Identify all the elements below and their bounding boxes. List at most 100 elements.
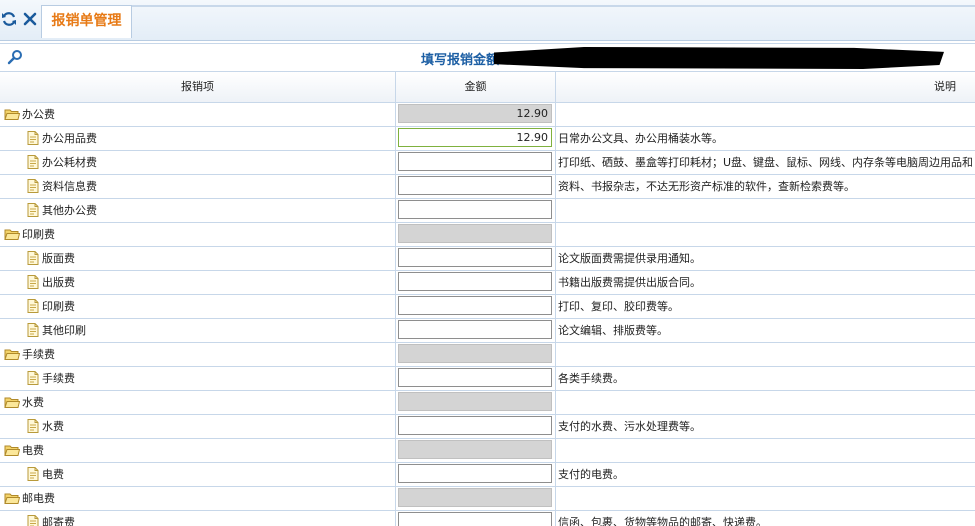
tab-strip-line — [132, 5, 975, 7]
category-row[interactable]: 办公费 12.90 — [0, 103, 975, 127]
description-cell — [556, 439, 975, 462]
document-icon — [25, 130, 41, 145]
amount-cell — [396, 367, 556, 390]
folder-open-icon[interactable] — [4, 395, 21, 409]
amount-total — [398, 488, 552, 507]
amount-input[interactable] — [398, 296, 552, 315]
amount-cell — [396, 511, 556, 526]
amount-cell — [396, 391, 556, 414]
name-cell: 其他印刷 — [0, 319, 396, 342]
amount-input[interactable] — [398, 416, 552, 435]
amount-input[interactable] — [398, 200, 552, 219]
amount-input[interactable] — [398, 248, 552, 267]
document-icon — [25, 250, 41, 265]
item-row[interactable]: 资料信息费 资料、书报杂志，不达无形资产标准的软件，查新检索费等。 — [0, 175, 975, 199]
category-row[interactable]: 水费 — [0, 391, 975, 415]
item-row[interactable]: 办公用品费 12.90 日常办公文具、办公用桶装水等。 — [0, 127, 975, 151]
category-row[interactable]: 邮电费 — [0, 487, 975, 511]
folder-open-icon[interactable] — [4, 107, 21, 121]
description-cell: 支付的水费、污水处理费等。 — [558, 420, 701, 433]
name-cell: 印刷费 — [0, 295, 396, 318]
description-cell: 书籍出版费需提供出版合同。 — [558, 276, 701, 289]
amount-cell — [396, 487, 556, 510]
amount-cell — [396, 439, 556, 462]
header-amount: 金额 — [396, 72, 556, 102]
name-cell: 印刷费 — [0, 223, 396, 246]
amount-input[interactable] — [398, 272, 552, 291]
item-label: 版面费 — [42, 252, 75, 265]
amount-cell — [396, 319, 556, 342]
amount-input[interactable] — [398, 368, 552, 387]
document-icon — [25, 322, 41, 337]
item-row[interactable]: 邮寄费 信函、包裹、货物等物品的邮寄、快递费。 — [0, 511, 975, 526]
name-cell: 水费 — [0, 415, 396, 438]
amount-cell — [396, 223, 556, 246]
folder-open-icon[interactable] — [4, 443, 21, 457]
item-label: 印刷费 — [42, 300, 75, 313]
item-row[interactable]: 印刷费 打印、复印、胶印费等。 — [0, 295, 975, 319]
description-cell — [556, 391, 975, 414]
amount-input[interactable] — [398, 512, 552, 526]
amount-cell — [396, 247, 556, 270]
document-icon — [25, 298, 41, 313]
refresh-icon[interactable] — [1, 11, 17, 27]
document-icon — [25, 154, 41, 169]
amount-input[interactable] — [398, 320, 552, 339]
grid-body: 办公费 12.90 办公用品费 12.90 日常办公文具、办公用桶装水等。 办公耗材费 打印… — [0, 103, 975, 526]
document-icon — [25, 466, 41, 481]
description-cell: 信函、包裹、货物等物品的邮寄、快递费。 — [558, 516, 767, 526]
document-icon — [25, 202, 41, 217]
item-row[interactable]: 出版费 书籍出版费需提供出版合同。 — [0, 271, 975, 295]
item-row[interactable]: 电费 支付的电费。 — [0, 463, 975, 487]
item-row[interactable]: 版面费 论文版面费需提供录用通知。 — [0, 247, 975, 271]
name-cell: 版面费 — [0, 247, 396, 270]
item-row[interactable]: 水费 支付的水费、污水处理费等。 — [0, 415, 975, 439]
name-cell: 邮寄费 — [0, 511, 396, 526]
search-icon[interactable] — [7, 49, 23, 65]
amount-input[interactable]: 12.90 — [398, 128, 552, 147]
item-row[interactable]: 其他办公费 — [0, 199, 975, 223]
item-label: 资料信息费 — [42, 180, 97, 193]
expense-grid: 报销项 金额 说明 办公费 12.90 办公用品费 12.90 日常办公文具、办公用桶装… — [0, 71, 975, 526]
amount-input[interactable] — [398, 464, 552, 483]
name-cell: 办公用品费 — [0, 127, 396, 150]
item-row[interactable]: 手续费 各类手续费。 — [0, 367, 975, 391]
category-row[interactable]: 手续费 — [0, 343, 975, 367]
document-icon — [25, 370, 41, 385]
amount-cell — [396, 271, 556, 294]
folder-open-icon[interactable] — [4, 491, 21, 505]
tab-bar: 报销单管理 — [0, 0, 975, 41]
item-label: 印刷费 — [22, 228, 55, 241]
amount-input[interactable] — [398, 152, 552, 171]
item-label: 手续费 — [22, 348, 55, 361]
category-row[interactable]: 电费 — [0, 439, 975, 463]
name-cell: 手续费 — [0, 343, 396, 366]
description-cell: 各类手续费。 — [558, 372, 624, 385]
page-title: 填写报销金额 — [421, 53, 500, 68]
item-label: 电费 — [22, 444, 44, 457]
amount-cell — [396, 295, 556, 318]
amount-cell — [396, 199, 556, 222]
folder-open-icon[interactable] — [4, 347, 21, 361]
description-cell: 论文编辑、排版费等。 — [558, 324, 668, 337]
description-cell: 打印、复印、胶印费等。 — [558, 300, 679, 313]
category-row[interactable]: 印刷费 — [0, 223, 975, 247]
name-cell: 电费 — [0, 463, 396, 486]
amount-input[interactable] — [398, 176, 552, 195]
description-cell — [556, 343, 975, 366]
close-icon[interactable] — [22, 11, 38, 27]
description-cell: 论文版面费需提供录用通知。 — [558, 252, 701, 265]
item-label: 办公耗材费 — [42, 156, 97, 169]
name-cell: 出版费 — [0, 271, 396, 294]
item-row[interactable]: 其他印刷 论文编辑、排版费等。 — [0, 319, 975, 343]
item-label: 邮电费 — [22, 492, 55, 505]
folder-open-icon[interactable] — [4, 227, 21, 241]
item-label: 办公用品费 — [42, 132, 97, 145]
description-cell: 日常办公文具、办公用桶装水等。 — [558, 132, 723, 145]
item-label: 办公费 — [22, 108, 55, 121]
item-label: 其他办公费 — [42, 204, 97, 217]
description-cell — [556, 223, 975, 246]
tab-expense-management[interactable]: 报销单管理 — [41, 5, 132, 38]
description-cell — [556, 487, 975, 510]
item-row[interactable]: 办公耗材费 打印纸、硒鼓、墨盒等打印耗材；U盘、键盘、鼠标、网线、内存条等电脑周边… — [0, 151, 975, 175]
